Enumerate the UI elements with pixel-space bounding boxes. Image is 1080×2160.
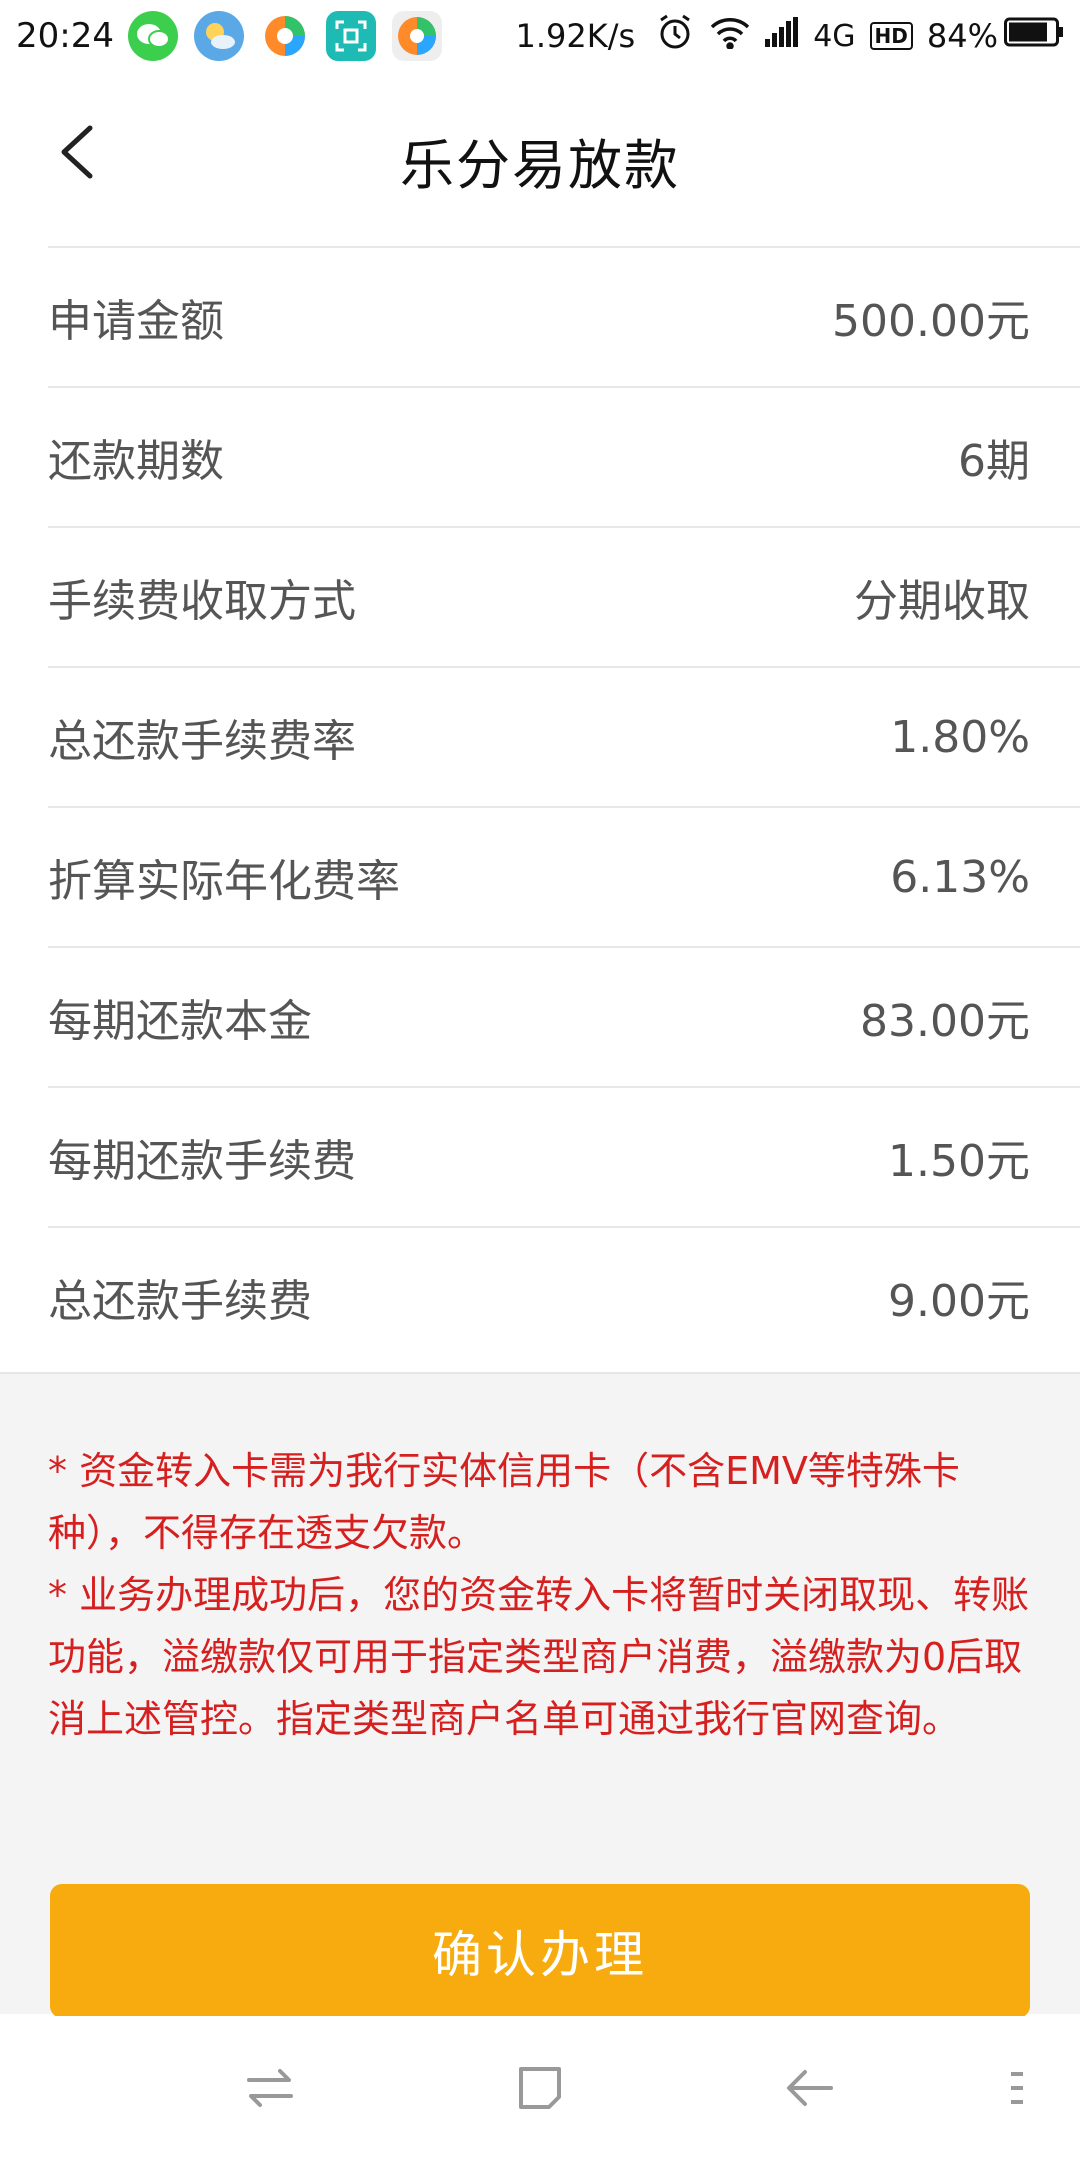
detail-row-annual-rate: 折算实际年化费率 6.13%: [48, 806, 1080, 946]
detail-label: 每期还款本金: [48, 996, 312, 1047]
detail-value: 6.13%: [890, 851, 1030, 903]
detail-value: 500.00元: [832, 296, 1030, 347]
alarm-icon: [655, 12, 695, 60]
detail-label: 申请金额: [48, 296, 224, 347]
browser-icon: [259, 11, 310, 61]
scan-icon: [325, 11, 376, 61]
wifi-icon: [709, 15, 751, 57]
detail-value: 9.00元: [888, 1276, 1030, 1327]
detail-value: 83.00元: [860, 996, 1030, 1047]
detail-value: 1.80%: [890, 711, 1030, 763]
detail-value: 6期: [958, 436, 1030, 487]
detail-row-period-fee: 每期还款手续费 1.50元: [48, 1086, 1080, 1226]
battery-icon: [1004, 17, 1064, 55]
detail-row-amount: 申请金额 500.00元: [48, 246, 1080, 386]
browser-icon-2: [391, 11, 442, 61]
status-bar: 20:24 1.92K/s 4G HD 84%: [0, 0, 1080, 72]
back-button[interactable]: [36, 112, 116, 192]
network-type: 4G: [813, 18, 856, 54]
detail-row-principal: 每期还款本金 83.00元: [48, 946, 1080, 1086]
status-right: 1.92K/s 4G HD 84%: [516, 12, 1065, 60]
detail-value: 分期收取: [854, 576, 1030, 627]
detail-label: 还款期数: [48, 436, 224, 487]
page-title: 乐分易放款: [400, 133, 680, 197]
detail-row-total-fee-rate: 总还款手续费率 1.80%: [48, 666, 1080, 806]
home-icon[interactable]: [510, 2058, 570, 2118]
title-bar: 乐分易放款: [0, 72, 1080, 248]
confirm-button[interactable]: 确认办理: [50, 1884, 1030, 2018]
detail-label: 总还款手续费: [48, 1276, 312, 1327]
detail-label: 折算实际年化费率: [48, 856, 400, 907]
details-list: 申请金额 500.00元 还款期数 6期 手续费收取方式 分期收取 总还款手续费…: [0, 246, 1080, 1366]
signal-icon: [765, 17, 799, 55]
back-arrow-icon: [61, 125, 93, 179]
detail-row-periods: 还款期数 6期: [48, 386, 1080, 526]
hd-badge: HD: [869, 22, 913, 50]
back-nav-icon[interactable]: [780, 2058, 840, 2118]
status-time: 20:24: [16, 16, 114, 56]
notes: * 资金转入卡需为我行实体信用卡（不含EMV等特殊卡种），不得存在透支欠款。 *…: [48, 1440, 1038, 1750]
battery: 84%: [927, 17, 1064, 55]
battery-percent: 84%: [926, 17, 998, 55]
detail-row-fee-method: 手续费收取方式 分期收取: [48, 526, 1080, 666]
wechat-icon: [127, 11, 178, 61]
detail-label: 总还款手续费率: [48, 716, 356, 767]
note-item: * 资金转入卡需为我行实体信用卡（不含EMV等特殊卡种），不得存在透支欠款。: [48, 1449, 960, 1555]
detail-row-total-fee: 总还款手续费 9.00元: [48, 1226, 1080, 1366]
net-speed: 1.92K/s: [515, 17, 636, 55]
detail-label: 每期还款手续费: [48, 1136, 356, 1187]
weather-icon: [193, 11, 244, 61]
note-item: * 业务办理成功后，您的资金转入卡将暂时关闭取现、转账功能，溢缴款仅可用于指定类…: [48, 1573, 1030, 1741]
detail-value: 1.50元: [888, 1136, 1030, 1187]
menu-icon[interactable]: [1002, 2058, 1032, 2118]
switch-apps-icon[interactable]: [240, 2058, 300, 2118]
detail-label: 手续费收取方式: [48, 576, 356, 627]
system-nav-bar: [0, 2016, 1080, 2160]
